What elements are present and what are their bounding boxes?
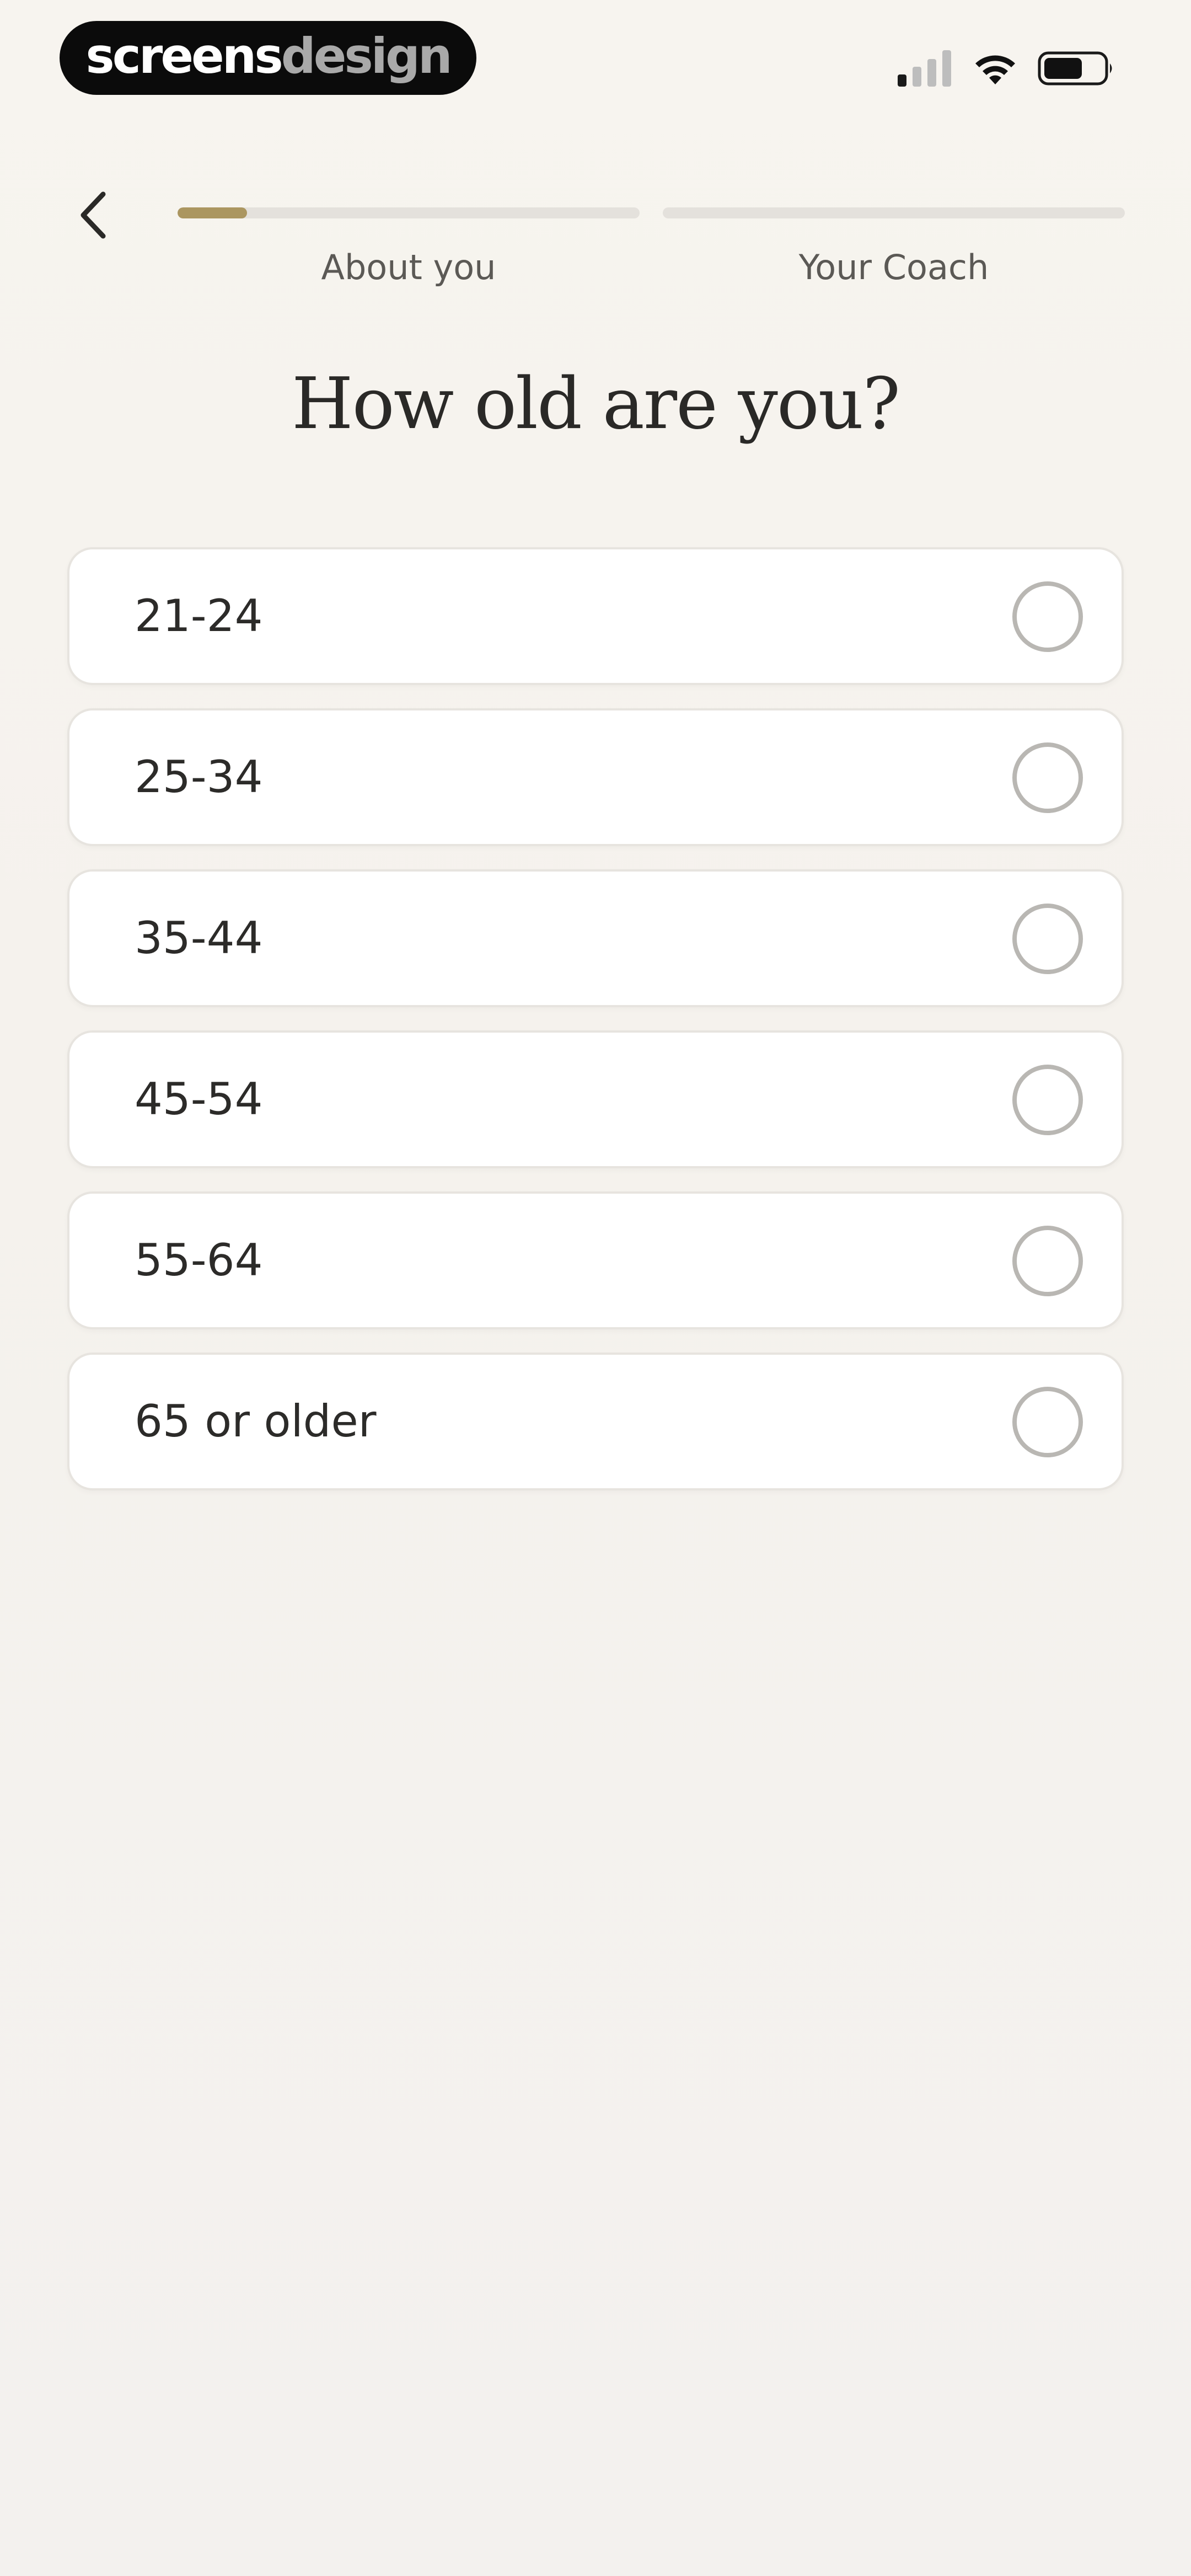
age-options-list: 21-24 25-34 35-44 45-54 55-64 65 or olde…: [67, 547, 1124, 1514]
back-button[interactable]: [66, 182, 121, 248]
progress-fill: [178, 207, 247, 218]
step-label-about-you: About you: [321, 247, 496, 287]
option-label: 25-34: [135, 751, 263, 803]
option-35-44[interactable]: 35-44: [67, 869, 1124, 1007]
status-icons: [898, 46, 1114, 90]
brand-text-secondary: design: [281, 27, 453, 84]
option-55-64[interactable]: 55-64: [67, 1191, 1124, 1329]
wifi-icon: [975, 55, 1015, 84]
option-label: 65 or older: [135, 1396, 377, 1447]
progress-step-your-coach: [663, 207, 1125, 218]
radio-button[interactable]: [1012, 1065, 1083, 1135]
radio-button[interactable]: [1012, 1387, 1083, 1457]
option-label: 35-44: [135, 912, 263, 964]
radio-button[interactable]: [1012, 742, 1083, 813]
page-title: How old are you?: [292, 363, 900, 445]
progress-step-about-you: [178, 207, 640, 218]
battery-icon: [1038, 51, 1112, 85]
onboarding-screen: screens design About you Your Coach How …: [0, 0, 1191, 2576]
brand-logo: screens design: [60, 21, 476, 95]
option-label: 21-24: [135, 590, 263, 642]
step-label-your-coach: Your Coach: [798, 247, 989, 287]
option-21-24[interactable]: 21-24: [67, 547, 1124, 685]
signal-icon: [898, 50, 951, 87]
option-65-or-older[interactable]: 65 or older: [67, 1353, 1124, 1490]
option-label: 45-54: [135, 1073, 263, 1125]
chevron-left-icon: [81, 191, 106, 239]
radio-button[interactable]: [1012, 904, 1083, 974]
brand-text-primary: screens: [85, 27, 283, 84]
radio-button[interactable]: [1012, 1226, 1083, 1296]
option-label: 55-64: [135, 1234, 263, 1286]
option-45-54[interactable]: 45-54: [67, 1030, 1124, 1168]
radio-button[interactable]: [1012, 581, 1083, 652]
option-25-34[interactable]: 25-34: [67, 708, 1124, 846]
